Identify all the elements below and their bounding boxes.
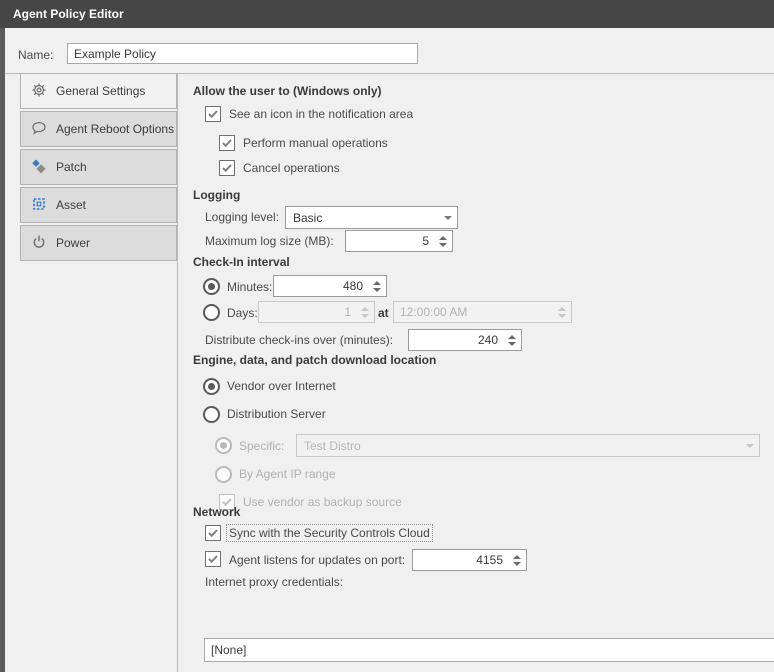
- logging-level-row: Logging level: Basic: [193, 206, 774, 229]
- manual-operations-label: Perform manual operations: [243, 136, 388, 150]
- days-radio[interactable]: [203, 304, 220, 321]
- checkin-time-spinner: 12:00:00 AM: [393, 301, 572, 323]
- chevron-down-icon: [741, 443, 759, 448]
- notification-area-checkbox[interactable]: [205, 106, 221, 122]
- spinner-arrows-icon: [557, 306, 571, 318]
- tab-label: Power: [56, 236, 91, 250]
- ip-range-radio: [215, 465, 232, 483]
- vendor-internet-row: Vendor over Internet: [193, 376, 774, 396]
- minutes-label: Minutes:: [227, 280, 273, 294]
- sync-cloud-row: Sync with the Security Controls Cloud: [193, 523, 774, 543]
- ip-range-row: By Agent IP range: [193, 464, 774, 484]
- tab-asset[interactable]: Asset: [20, 187, 177, 223]
- patch-diamonds-icon: [31, 158, 47, 177]
- spinner-arrows-icon: [360, 306, 374, 318]
- agent-port-value: 4155: [476, 553, 503, 567]
- checkin-time-value: 12:00:00 AM: [400, 305, 468, 319]
- sync-cloud-checkbox[interactable]: [205, 525, 221, 541]
- distribution-server-row: Distribution Server: [193, 404, 774, 424]
- minutes-radio[interactable]: [203, 278, 220, 295]
- tab-panel-separator: [177, 74, 178, 672]
- vendor-internet-label: Vendor over Internet: [227, 379, 336, 393]
- specific-server-dropdown: Test Distro: [296, 434, 760, 457]
- checkbox-row-notification-icon: See an icon in the notification area: [193, 104, 774, 124]
- max-log-size-label: Maximum log size (MB):: [205, 234, 334, 248]
- cancel-operations-checkbox[interactable]: [219, 160, 235, 176]
- distribute-label: Distribute check-ins over (minutes):: [205, 333, 394, 347]
- proxy-credentials-label: Internet proxy credentials:: [205, 575, 344, 589]
- window-left-frame: [0, 28, 5, 672]
- specific-server-value: Test Distro: [304, 438, 361, 453]
- minutes-spinner[interactable]: 480: [273, 275, 387, 297]
- window-title: Agent Policy Editor: [13, 7, 124, 21]
- policy-name-input[interactable]: [67, 43, 418, 64]
- gear-icon: [31, 82, 47, 101]
- settings-tab-list: General Settings Agent Reboot Options Pa…: [20, 73, 177, 263]
- logging-level-value: Basic: [293, 210, 323, 225]
- distribution-server-radio[interactable]: [203, 405, 220, 423]
- general-settings-panel: Allow the user to (Windows only) See an …: [193, 82, 774, 672]
- tab-patch[interactable]: Patch: [20, 149, 177, 185]
- agent-port-row: Agent listens for updates on port: 4155: [193, 548, 774, 571]
- days-label: Days:: [227, 306, 258, 320]
- spinner-arrows-icon[interactable]: [372, 280, 386, 292]
- tab-power[interactable]: Power: [20, 225, 177, 261]
- tab-label: General Settings: [56, 84, 146, 98]
- agent-policy-editor-dialog: Agent Policy Editor Name: General Settin…: [0, 0, 774, 672]
- allow-user-header: Allow the user to (Windows only): [193, 84, 382, 98]
- chevron-down-icon: [439, 215, 457, 220]
- logging-header: Logging: [193, 188, 241, 202]
- minutes-row: Minutes: 480: [193, 275, 774, 298]
- specific-server-label: Specific:: [239, 439, 285, 453]
- checkin-interval-header: Check-In interval: [193, 255, 290, 269]
- tab-label: Agent Reboot Options: [56, 122, 175, 136]
- at-label: at: [378, 306, 389, 320]
- proxy-credentials-combobox[interactable]: [None]: [204, 638, 774, 662]
- spinner-arrows-icon[interactable]: [512, 554, 526, 566]
- specific-server-row: Specific: Test Distro: [193, 434, 774, 457]
- manual-operations-checkbox[interactable]: [219, 135, 235, 151]
- tab-label: Patch: [56, 160, 87, 174]
- distribute-row: Distribute check-ins over (minutes): 240: [193, 328, 774, 351]
- speech-bubble-icon: [31, 120, 47, 139]
- days-value: 1: [344, 305, 351, 319]
- ip-range-label: By Agent IP range: [239, 467, 336, 481]
- vendor-internet-radio[interactable]: [203, 377, 220, 395]
- cancel-operations-label: Cancel operations: [243, 161, 340, 175]
- logging-level-dropdown[interactable]: Basic: [285, 206, 458, 229]
- days-row: Days: 1 at 12:00:00 AM: [193, 301, 774, 324]
- sync-cloud-label: Sync with the Security Controls Cloud: [226, 524, 433, 542]
- distribute-value: 240: [477, 333, 498, 347]
- max-log-size-spinner[interactable]: 5: [345, 230, 453, 252]
- max-log-size-row: Maximum log size (MB): 5: [193, 230, 774, 252]
- tab-general-settings[interactable]: General Settings: [20, 73, 177, 109]
- distribute-spinner[interactable]: 240: [408, 329, 522, 351]
- distribution-server-label: Distribution Server: [227, 407, 326, 421]
- tab-agent-reboot-options[interactable]: Agent Reboot Options: [20, 111, 177, 147]
- spinner-arrows-icon[interactable]: [507, 334, 521, 346]
- notification-area-label: See an icon in the notification area: [229, 107, 414, 121]
- logging-level-label: Logging level:: [205, 210, 280, 224]
- agent-port-checkbox[interactable]: [205, 551, 221, 567]
- proxy-credentials-value: [None]: [211, 643, 247, 657]
- name-label: Name:: [18, 48, 54, 62]
- tab-label: Asset: [56, 198, 87, 212]
- days-spinner: 1: [258, 301, 375, 323]
- specific-server-radio: [215, 437, 232, 454]
- chip-icon: [31, 196, 47, 215]
- agent-port-spinner[interactable]: 4155: [412, 549, 527, 571]
- network-header: Network: [193, 505, 241, 519]
- max-log-size-value: 5: [422, 234, 429, 248]
- agent-port-label: Agent listens for updates on port:: [229, 553, 406, 567]
- window-titlebar[interactable]: Agent Policy Editor: [0, 0, 774, 28]
- checkbox-row-cancel-operations: Cancel operations: [193, 158, 774, 178]
- minutes-value: 480: [342, 279, 363, 293]
- spinner-arrows-icon[interactable]: [438, 235, 452, 247]
- engine-location-header: Engine, data, and patch download locatio…: [193, 353, 437, 367]
- power-icon: [31, 234, 47, 253]
- checkbox-row-manual-operations: Perform manual operations: [193, 133, 774, 153]
